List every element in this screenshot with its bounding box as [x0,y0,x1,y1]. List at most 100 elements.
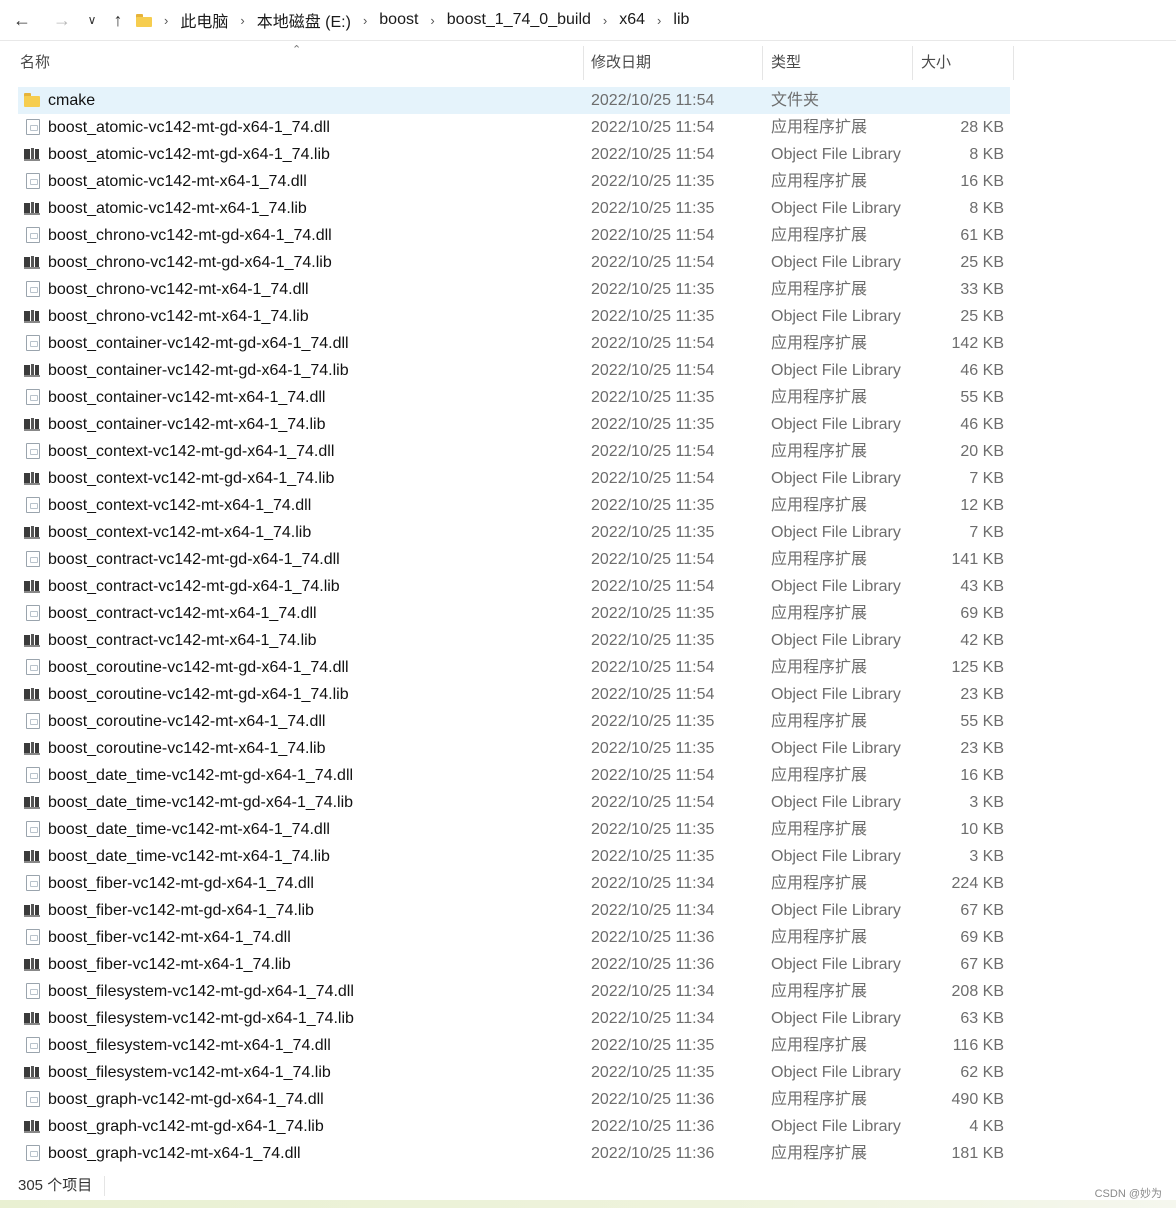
breadcrumb-item[interactable]: x64 [613,11,651,29]
file-date: 2022/10/25 11:34 [591,875,715,892]
dll-icon [26,821,40,837]
chevron-right-icon[interactable]: › [597,13,613,28]
breadcrumb-item[interactable]: boost [373,11,424,29]
file-size: 208 KB [951,983,1004,1000]
file-size: 8 KB [969,200,1004,217]
file-row[interactable]: boost_fiber-vc142-mt-x64-1_74.lib 2022/10… [18,951,1010,978]
lib-icon [24,632,40,648]
column-divider[interactable] [912,46,913,80]
file-size: 55 KB [960,389,1004,406]
file-size: 69 KB [960,929,1004,946]
chevron-right-icon[interactable]: › [234,13,250,28]
file-size: 16 KB [960,173,1004,190]
file-row[interactable]: boost_filesystem-vc142-mt-gd-x64-1_74.li… [18,1005,1010,1032]
column-divider[interactable] [583,46,584,80]
file-date: 2022/10/25 11:34 [591,1010,715,1027]
file-type: 应用程序扩展 [771,767,868,784]
file-row[interactable]: boost_graph-vc142-mt-x64-1_74.dll 2022/10… [18,1140,1010,1167]
file-row[interactable]: boost_contract-vc142-mt-gd-x64-1_74.dll 2… [18,546,1010,573]
file-row[interactable]: boost_date_time-vc142-mt-x64-1_74.lib 202… [18,843,1010,870]
file-date: 2022/10/25 11:35 [591,605,715,622]
file-row[interactable]: boost_atomic-vc142-mt-gd-x64-1_74.dll 202… [18,114,1010,141]
file-row[interactable]: boost_date_time-vc142-mt-x64-1_74.dll 202… [18,816,1010,843]
column-header-name[interactable]: 名称 [20,44,580,82]
file-row[interactable]: boost_graph-vc142-mt-gd-x64-1_74.lib 2022… [18,1113,1010,1140]
file-date: 2022/10/25 11:35 [591,173,715,190]
file-row[interactable]: boost_date_time-vc142-mt-gd-x64-1_74.lib… [18,789,1010,816]
breadcrumb-item[interactable]: 此电脑 [174,8,234,32]
file-row[interactable]: boost_context-vc142-mt-x64-1_74.dll 2022/… [18,492,1010,519]
chevron-right-icon[interactable]: › [651,13,667,28]
file-row[interactable]: boost_atomic-vc142-mt-x64-1_74.lib 2022/1… [18,195,1010,222]
file-row[interactable]: boost_coroutine-vc142-mt-gd-x64-1_74.dll… [18,654,1010,681]
file-row[interactable]: boost_filesystem-vc142-mt-x64-1_74.lib 20… [18,1059,1010,1086]
file-row[interactable]: boost_fiber-vc142-mt-x64-1_74.dll 2022/10… [18,924,1010,951]
file-row[interactable]: boost_atomic-vc142-mt-gd-x64-1_74.lib 202… [18,141,1010,168]
file-row[interactable]: boost_container-vc142-mt-x64-1_74.dll 202… [18,384,1010,411]
file-row[interactable]: boost_contract-vc142-mt-x64-1_74.dll 2022… [18,600,1010,627]
file-row[interactable]: boost_coroutine-vc142-mt-gd-x64-1_74.lib… [18,681,1010,708]
file-row[interactable]: boost_chrono-vc142-mt-gd-x64-1_74.lib 202… [18,249,1010,276]
file-type: 应用程序扩展 [771,335,868,352]
chevron-right-icon[interactable]: › [357,13,373,28]
file-type: 应用程序扩展 [771,281,868,298]
file-row[interactable]: boost_fiber-vc142-mt-gd-x64-1_74.lib 2022… [18,897,1010,924]
file-row[interactable]: boost_context-vc142-mt-x64-1_74.lib 2022/… [18,519,1010,546]
file-row[interactable]: boost_container-vc142-mt-gd-x64-1_74.lib… [18,357,1010,384]
breadcrumb-item[interactable]: lib [667,11,695,29]
lib-icon [24,902,40,918]
column-divider[interactable] [762,46,763,80]
file-type: 文件夹 [771,92,820,109]
dll-icon [26,497,40,513]
file-size: 224 KB [951,875,1004,892]
file-type: Object File Library [771,1010,901,1027]
file-row[interactable]: boost_contract-vc142-mt-gd-x64-1_74.lib 2… [18,573,1010,600]
file-row[interactable]: boost_chrono-vc142-mt-gd-x64-1_74.dll 202… [18,222,1010,249]
file-size: 28 KB [960,119,1004,136]
chevron-right-icon[interactable]: › [424,13,440,28]
file-row[interactable]: boost_container-vc142-mt-gd-x64-1_74.dll… [18,330,1010,357]
recent-locations-button[interactable]: ∨ [80,8,104,32]
column-header-type[interactable]: 类型 [771,44,906,82]
file-size: 42 KB [960,632,1004,649]
file-type: 应用程序扩展 [771,875,868,892]
file-row[interactable]: boost_filesystem-vc142-mt-gd-x64-1_74.dl… [18,978,1010,1005]
file-name: boost_contract-vc142-mt-gd-x64-1_74.dll [48,551,340,568]
file-row[interactable]: boost_chrono-vc142-mt-x64-1_74.dll 2022/1… [18,276,1010,303]
forward-button[interactable]: → [50,8,74,32]
file-row[interactable]: boost_chrono-vc142-mt-x64-1_74.lib 2022/1… [18,303,1010,330]
address-bar: ← → ∨ ↑ › 此电脑 › 本地磁盘 (E:) › boost › boos… [0,0,1176,41]
breadcrumb-item[interactable]: boost_1_74_0_build [441,11,597,29]
chevron-right-icon[interactable]: › [158,13,174,28]
folder-row[interactable]: cmake 2022/10/25 11:54 文件夹 [18,87,1010,114]
file-row[interactable]: boost_graph-vc142-mt-gd-x64-1_74.dll 2022… [18,1086,1010,1113]
lib-icon [24,146,40,162]
file-date: 2022/10/25 11:54 [591,659,715,676]
file-name: boost_fiber-vc142-mt-gd-x64-1_74.lib [48,902,314,919]
file-type: 应用程序扩展 [771,1145,868,1162]
file-type: 应用程序扩展 [771,173,868,190]
up-button[interactable]: ↑ [106,8,130,32]
file-row[interactable]: boost_filesystem-vc142-mt-x64-1_74.dll 20… [18,1032,1010,1059]
file-row[interactable]: boost_context-vc142-mt-gd-x64-1_74.dll 20… [18,438,1010,465]
file-size: 67 KB [960,956,1004,973]
file-row[interactable]: boost_coroutine-vc142-mt-x64-1_74.dll 202… [18,708,1010,735]
file-name: boost_container-vc142-mt-x64-1_74.lib [48,416,326,433]
file-row[interactable]: boost_context-vc142-mt-gd-x64-1_74.lib 20… [18,465,1010,492]
lib-icon [24,470,40,486]
file-row[interactable]: boost_coroutine-vc142-mt-x64-1_74.lib 202… [18,735,1010,762]
column-header-date[interactable]: 修改日期 [591,44,756,82]
file-row[interactable]: boost_contract-vc142-mt-x64-1_74.lib 2022… [18,627,1010,654]
file-date: 2022/10/25 11:54 [591,794,715,811]
file-row[interactable]: boost_fiber-vc142-mt-gd-x64-1_74.dll 2022… [18,870,1010,897]
back-button[interactable]: ← [10,8,34,32]
column-header-size[interactable]: 大小 [921,44,1011,82]
column-divider[interactable] [1013,46,1014,80]
file-name: boost_atomic-vc142-mt-gd-x64-1_74.lib [48,146,330,163]
breadcrumb-item[interactable]: 本地磁盘 (E:) [251,8,357,32]
file-row[interactable]: boost_date_time-vc142-mt-gd-x64-1_74.dll… [18,762,1010,789]
file-row[interactable]: boost_container-vc142-mt-x64-1_74.lib 202… [18,411,1010,438]
file-row[interactable]: boost_atomic-vc142-mt-x64-1_74.dll 2022/1… [18,168,1010,195]
file-type: Object File Library [771,524,901,541]
bottom-strip [0,1200,1176,1208]
